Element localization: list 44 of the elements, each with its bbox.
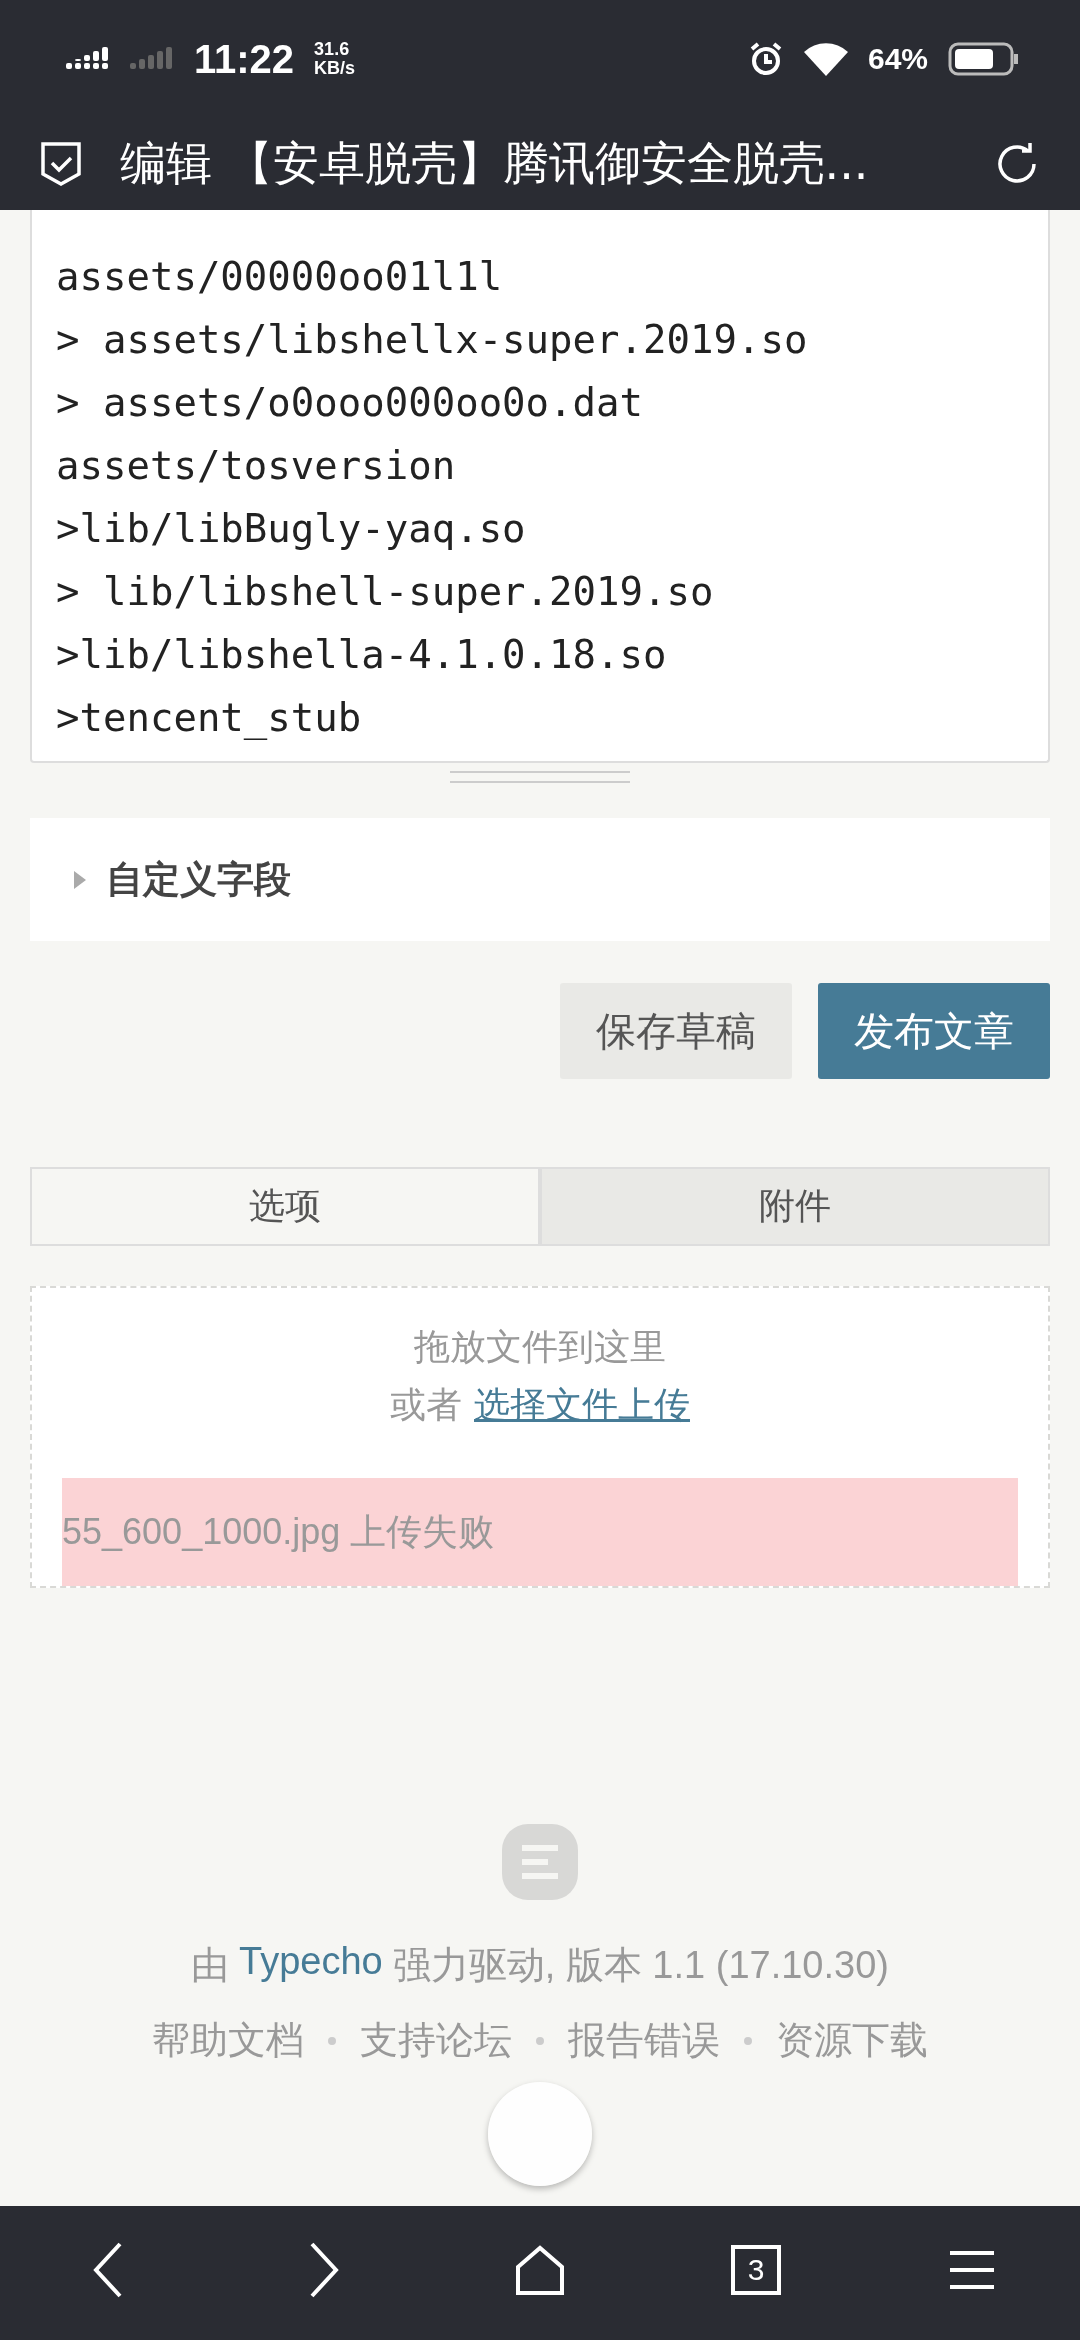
battery-percent: 64% <box>867 42 928 76</box>
code-editor[interactable]: assets/00000oo01l1l > assets/libshellx-super.2019.so > assets/o0ooo000oo0o.dat assets/tosversion >lib/libBugly-yaq.so > lib/libshell-super.2019.so >lib/libshella-4.1.0.18.so >tencent_stub <box>30 210 1050 763</box>
publish-button[interactable]: 发布文章 <box>818 983 1050 1079</box>
logo-icon <box>502 1824 578 1900</box>
code-line: assets/00000oo01l1l <box>56 253 504 301</box>
wifi-icon <box>803 42 848 76</box>
tab[interactable]: 附件 <box>540 1167 1050 1246</box>
caret-icon <box>72 868 88 891</box>
drop-hint: 拖放文件到这里 <box>414 1325 666 1369</box>
code-line: >tencent_stub <box>56 694 363 742</box>
tabs-button[interactable]: 3 <box>716 2230 796 2310</box>
custom-fields-panel[interactable]: 自定义字段 <box>30 818 1050 941</box>
separator-dot <box>536 2036 544 2045</box>
footer-link[interactable]: 帮助文档 <box>152 2015 304 2066</box>
code-line: >lib/libBugly-yaq.so <box>56 505 527 553</box>
code-line: > assets/libshellx-super.2019.so <box>56 316 809 364</box>
footer-link[interactable]: 报告错误 <box>568 2015 720 2066</box>
menu-icon <box>948 2250 996 2290</box>
upload-link[interactable]: 选择文件上传 <box>474 1376 690 1434</box>
upload-error: 55_600_1000.jpg 上传失败 <box>62 1478 1018 1586</box>
upload-dropzone[interactable]: 拖放文件到这里 或者 选择文件上传 55_600_1000.jpg 上传失败 <box>30 1286 1050 1588</box>
footer-link[interactable]: 资源下载 <box>776 2015 928 2066</box>
or-text: 或者 <box>390 1383 462 1427</box>
brand-link[interactable]: Typecho <box>239 1940 383 1991</box>
shield-check-icon <box>40 141 82 187</box>
network-speed: 31.6 <box>314 40 351 59</box>
section-label: 自定义字段 <box>106 856 291 903</box>
code-line: > assets/o0ooo000oo0o.dat <box>56 379 644 427</box>
code-line: >lib/libshella-4.1.0.18.so <box>56 631 668 679</box>
code-line: assets/tosversion <box>56 442 457 490</box>
save-draft-button[interactable]: 保存草稿 <box>560 983 792 1079</box>
clock-time: 11:22 <box>194 36 295 82</box>
page-title: 编辑 【安卓脱壳】腾讯御安全脱壳... <box>120 135 870 192</box>
speed-unit: KB/s <box>314 59 356 78</box>
footer-text: 由 <box>191 1943 229 1988</box>
battery-icon <box>948 42 1020 76</box>
tab[interactable]: 选项 <box>30 1167 540 1246</box>
footer-link[interactable]: 支持论坛 <box>360 2015 512 2066</box>
footer-text: 强力驱动, 版本 1.1 (17.10.30) <box>392 1943 889 1988</box>
separator-dot <box>328 2036 336 2045</box>
resize-handle[interactable] <box>450 771 630 783</box>
home-icon <box>515 2245 565 2295</box>
code-line: > lib/libshell-super.2019.so <box>56 568 715 616</box>
separator-dot <box>744 2036 752 2045</box>
